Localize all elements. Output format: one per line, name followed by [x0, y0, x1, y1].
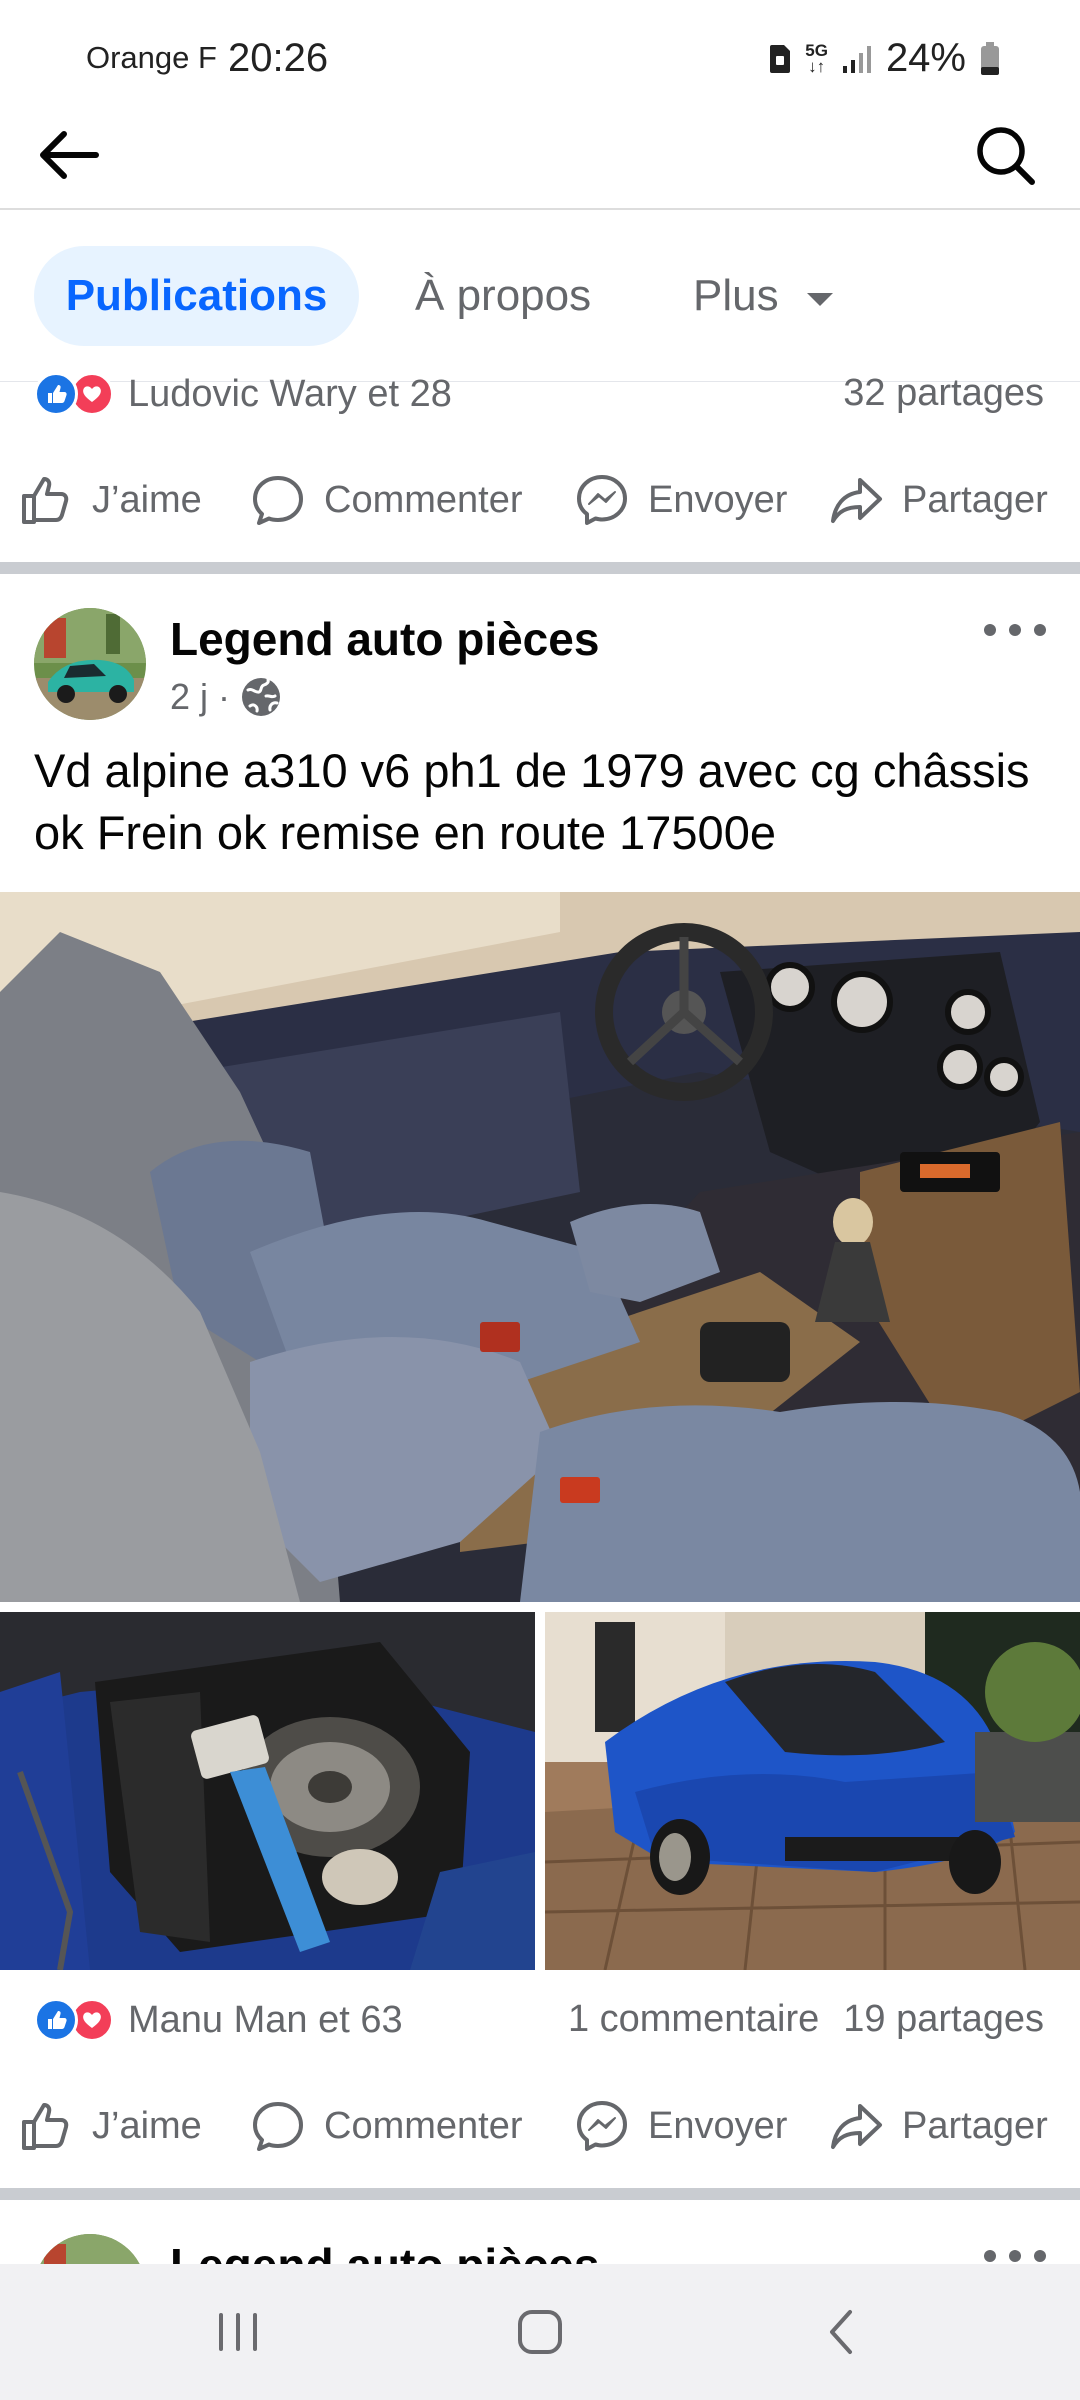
- post-time[interactable]: 2 j: [170, 676, 208, 718]
- comment-button[interactable]: Commenter: [250, 440, 523, 560]
- post-actions: J’aime Commenter Envoyer Partager: [0, 2066, 1080, 2186]
- share-arrow-icon: [831, 2104, 882, 2149]
- share-button[interactable]: Partager: [828, 2066, 1048, 2186]
- battery-icon: [981, 41, 999, 75]
- post-text: Vd alpine a310 v6 ph1 de 1979 avec cg ch…: [34, 744, 1030, 859]
- sim-icon: [770, 44, 791, 73]
- globe-icon: [242, 678, 281, 716]
- comment-button[interactable]: Commenter: [250, 2066, 523, 2186]
- profile-tabs: Publications À propos Plus: [0, 212, 1080, 382]
- chevron-left-icon: [830, 2310, 852, 2354]
- home-button[interactable]: [500, 2292, 580, 2372]
- recent-apps-button[interactable]: [198, 2292, 278, 2372]
- recent-apps-icon: [219, 2313, 257, 2351]
- carrier-label: Orange F: [86, 40, 217, 75]
- status-bar: Orange F 20:26 5G ↓↑ 24%: [0, 0, 1080, 100]
- share-label: Partager: [902, 2104, 1048, 2147]
- post-separator: [0, 562, 1080, 574]
- post-photo-interior[interactable]: [0, 892, 1080, 1602]
- shares-count[interactable]: 19 partages: [843, 1998, 1044, 2041]
- tab-about[interactable]: À propos: [415, 246, 591, 346]
- clock: 20:26: [228, 36, 329, 80]
- comment-label: Commenter: [324, 2104, 523, 2147]
- reactions-summary[interactable]: Ludovic Wary et 28: [34, 372, 452, 416]
- like-reaction-icon: [34, 372, 78, 416]
- comments-count[interactable]: 1 commentaire: [568, 1998, 819, 2041]
- photo-rear-image: [545, 1612, 1080, 1970]
- post-photo-trunk[interactable]: [0, 1612, 535, 1970]
- back-button[interactable]: [34, 120, 104, 190]
- share-arrow-icon: [831, 478, 882, 523]
- previous-post-actions: J’aime Commenter Envoyer Partager: [0, 440, 1080, 560]
- thumbs-up-icon: [22, 477, 69, 524]
- battery-label: 24%: [885, 36, 966, 80]
- photo-trunk-image: [0, 1612, 535, 1970]
- network-label: 5G: [805, 40, 828, 60]
- network-type: 5G ↓↑: [805, 40, 828, 76]
- like-label: J’aime: [92, 2104, 202, 2147]
- comment-label: Commenter: [324, 478, 523, 521]
- like-button[interactable]: J’aime: [18, 440, 202, 560]
- thumbs-up-icon: [22, 2103, 69, 2150]
- dot-icon: [1034, 624, 1046, 636]
- reactions-summary[interactable]: Manu Man et 63: [34, 1998, 403, 2042]
- send-button[interactable]: Envoyer: [574, 2066, 787, 2186]
- dot-icon: [1034, 2250, 1046, 2262]
- post-options-button[interactable]: [980, 610, 1050, 650]
- like-reaction-icon: [34, 1998, 78, 2042]
- post-author[interactable]: Legend auto pièces: [170, 612, 599, 666]
- comment-bubble-icon: [253, 2102, 303, 2151]
- post-photo-rear[interactable]: [545, 1612, 1080, 1970]
- avatar-image: [34, 608, 146, 720]
- dot-icon: [984, 624, 996, 636]
- meta-separator: ·: [218, 676, 231, 717]
- send-button[interactable]: Envoyer: [574, 440, 787, 560]
- dot-icon: [984, 2250, 996, 2262]
- system-navigation-bar: [0, 2264, 1080, 2400]
- messenger-icon: [577, 2101, 627, 2151]
- messenger-icon: [577, 475, 627, 525]
- shares-count[interactable]: 32 partages: [843, 372, 1044, 415]
- top-navigation: [0, 100, 1080, 210]
- home-icon: [518, 2310, 562, 2354]
- post-separator: [0, 2188, 1080, 2200]
- page-avatar[interactable]: [34, 608, 146, 720]
- signal-icon: [842, 45, 871, 73]
- dot-icon: [1009, 2250, 1021, 2262]
- previous-post-stats: Ludovic Wary et 28 32 partages: [0, 364, 1080, 424]
- comment-bubble-icon: [253, 476, 303, 525]
- post-stats: Manu Man et 63 1 commentaire 19 partages: [0, 1990, 1080, 2050]
- send-label: Envoyer: [648, 478, 788, 521]
- status-icons: 5G ↓↑ 24%: [769, 36, 1000, 81]
- photo-interior-image: [0, 892, 1080, 1602]
- reactions-names: Manu Man et 63: [128, 1998, 403, 2041]
- tab-more-label: Plus: [693, 271, 779, 320]
- share-label: Partager: [902, 478, 1048, 521]
- like-label: J’aime: [92, 478, 202, 521]
- like-button[interactable]: J’aime: [18, 2066, 202, 2186]
- search-button[interactable]: [970, 120, 1040, 190]
- tab-more[interactable]: Plus: [693, 246, 833, 346]
- send-label: Envoyer: [648, 2104, 788, 2147]
- system-back-button[interactable]: [802, 2292, 882, 2372]
- share-button[interactable]: Partager: [828, 440, 1048, 560]
- reactions-names: Ludovic Wary et 28: [128, 372, 452, 415]
- tab-publications[interactable]: Publications: [34, 246, 359, 346]
- search-icon: [977, 127, 1035, 185]
- caret-down-icon: [806, 292, 833, 306]
- post-meta: 2 j ·: [170, 676, 282, 718]
- arrow-left-icon: [40, 131, 99, 179]
- dot-icon: [1009, 624, 1021, 636]
